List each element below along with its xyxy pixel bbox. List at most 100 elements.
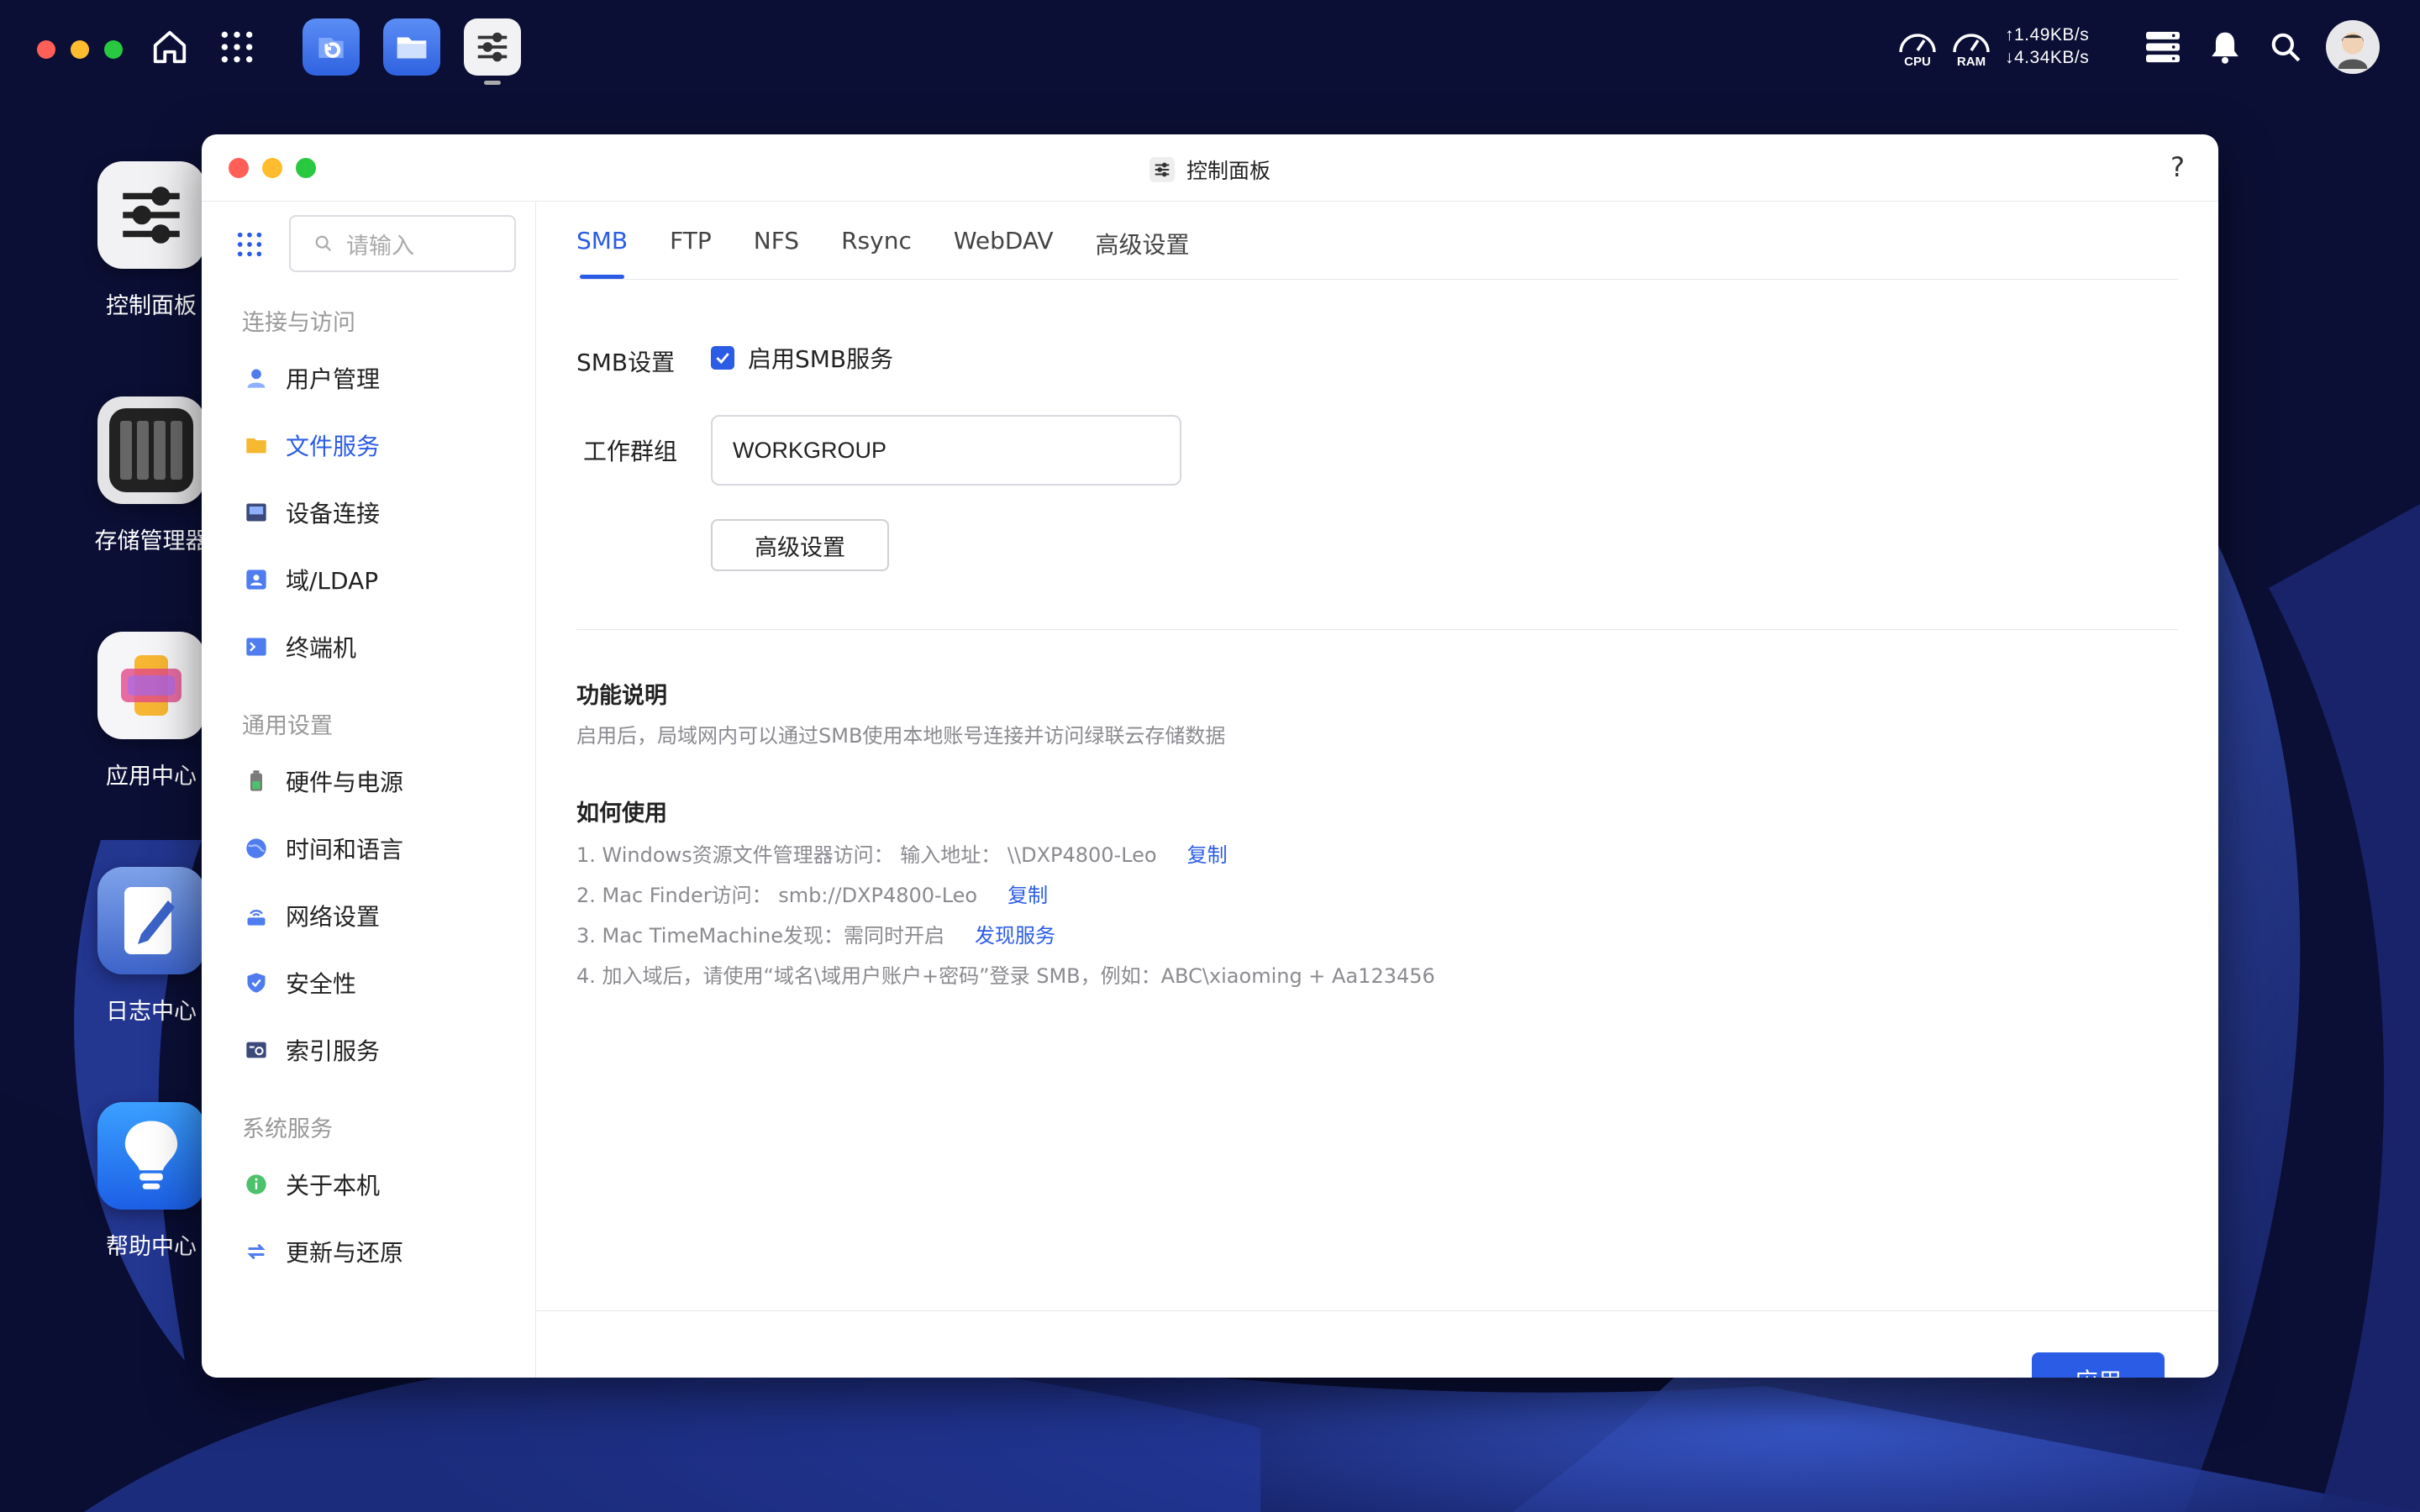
- usage-title: 如何使用: [576, 801, 667, 827]
- sidebar-item-label: 时间和语言: [286, 836, 404, 864]
- sidebar-item-label: 关于本机: [286, 1172, 381, 1200]
- tab-advanced[interactable]: 高级设置: [1096, 227, 1190, 279]
- discovery-service-link[interactable]: 发现服务: [975, 924, 1055, 948]
- control-panel-icon: [1149, 157, 1175, 182]
- menu-bar: CPU RAM ↑1.49KB/s ↓4.34KB/s: [0, 0, 2420, 94]
- globe-icon: [244, 836, 269, 861]
- log-center-icon[interactable]: [97, 867, 205, 974]
- maximize-dot[interactable]: [104, 40, 123, 59]
- sidebar-item-label: 安全性: [286, 970, 357, 998]
- control-panel-desktop-icon[interactable]: [97, 161, 205, 269]
- sidebar-item-label: 索引服务: [286, 1037, 381, 1065]
- sidebar-item-label: 用户管理: [286, 365, 381, 393]
- desktop-label: 控制面板: [106, 293, 197, 319]
- bell-icon[interactable]: [2205, 27, 2245, 67]
- menu-grid-icon[interactable]: [235, 230, 264, 262]
- sidebar-item-file-services[interactable]: 文件服务: [244, 420, 513, 470]
- main-content: SMB FTP NFS Rsync WebDAV 高级设置 SMB设置 启用SM…: [536, 202, 2218, 1378]
- download-speed: ↓4.34KB/s: [2005, 48, 2090, 67]
- network-icon: [244, 903, 269, 928]
- sidebar-item-time-language[interactable]: 时间和语言: [244, 823, 513, 874]
- tab-smb[interactable]: SMB: [576, 227, 628, 279]
- control-panel-window: 控制面板 ? 请输入 连接与访问 用户管理 文件服务 设备连接 域/LDAP 终…: [202, 134, 2218, 1378]
- window-titlebar: 控制面板 ?: [202, 134, 2218, 202]
- sidebar-item-network[interactable]: 网络设置: [244, 890, 513, 941]
- files-app-icon[interactable]: [383, 18, 440, 76]
- running-indicator: [484, 81, 501, 85]
- desktop-label: 应用中心: [106, 764, 197, 790]
- help-center-icon[interactable]: [97, 1102, 205, 1210]
- avatar[interactable]: [2326, 20, 2380, 74]
- upload-speed: ↑1.49KB/s: [2005, 25, 2090, 45]
- desktop-label: 存储管理器: [94, 528, 208, 554]
- search-icon[interactable]: [2265, 27, 2306, 67]
- apply-button[interactable]: 应用: [2032, 1352, 2165, 1378]
- sidebar: 请输入 连接与访问 用户管理 文件服务 设备连接 域/LDAP 终端机 通用设置…: [202, 202, 536, 1378]
- help-button[interactable]: ?: [2170, 151, 2185, 183]
- window-title: 控制面板: [1186, 159, 1270, 183]
- sidebar-item-device-connection[interactable]: 设备连接: [244, 487, 513, 538]
- sync-app-icon[interactable]: [302, 18, 360, 76]
- enable-smb-checkbox[interactable]: [711, 346, 734, 370]
- usage-line-1-text: 1. Windows资源文件管理器访问： 输入地址： \\DXP4800-Leo: [576, 843, 1157, 867]
- control-panel-dock-icon[interactable]: [464, 18, 521, 76]
- footer-divider: [536, 1310, 2218, 1311]
- tab-rsync[interactable]: Rsync: [841, 227, 912, 279]
- usage-line-3: 3. Mac TimeMachine发现：需同时开启 发现服务: [576, 919, 1055, 948]
- domain-icon: [244, 567, 269, 592]
- sidebar-item-ldap[interactable]: 域/LDAP: [244, 554, 513, 605]
- usage-line-3-text: 3. Mac TimeMachine发现：需同时开启: [576, 924, 944, 948]
- section-title: 连接与访问: [242, 310, 355, 336]
- section-divider: [576, 629, 2178, 630]
- copy-windows-link[interactable]: 复制: [1187, 843, 1228, 867]
- usage-line-4: 4. 加入域后，请使用“域名\域用户账户+密码”登录 SMB，例如：ABC\xi…: [576, 964, 1435, 988]
- terminal-icon: [244, 634, 269, 659]
- section-title: 系统服务: [242, 1116, 333, 1142]
- function-description: 启用后，局域网内可以通过SMB使用本地账号连接并访问绿联云存储数据: [576, 724, 1226, 748]
- workgroup-input[interactable]: WORKGROUP: [711, 415, 1181, 486]
- tab-ftp[interactable]: FTP: [670, 227, 712, 279]
- update-icon: [244, 1239, 269, 1264]
- shield-icon: [244, 970, 269, 995]
- smb-advanced-button[interactable]: 高级设置: [711, 519, 889, 571]
- folder-icon: [244, 433, 269, 458]
- function-title: 功能说明: [576, 683, 667, 709]
- info-icon: [244, 1172, 269, 1197]
- sidebar-item-hardware[interactable]: 硬件与电源: [244, 756, 513, 806]
- sidebar-item-index[interactable]: 索引服务: [244, 1025, 513, 1075]
- tab-divider: [576, 279, 2178, 280]
- usage-line-1: 1. Windows资源文件管理器访问： 输入地址： \\DXP4800-Leo…: [576, 838, 1228, 868]
- home-icon[interactable]: [148, 25, 192, 69]
- cpu-label: CPU: [1904, 55, 1931, 69]
- index-icon: [244, 1037, 269, 1063]
- app-center-icon[interactable]: [97, 632, 205, 739]
- ram-label: RAM: [1956, 55, 1986, 69]
- server-list-icon[interactable]: [2143, 27, 2183, 67]
- sidebar-item-label: 设备连接: [286, 500, 381, 528]
- sidebar-item-label: 更新与还原: [286, 1239, 404, 1267]
- tab-webdav[interactable]: WebDAV: [954, 227, 1054, 279]
- sidebar-item-about[interactable]: 关于本机: [244, 1159, 513, 1210]
- smb-settings-label: SMB设置: [576, 349, 676, 376]
- apps-grid-icon[interactable]: [215, 25, 259, 69]
- sidebar-item-security[interactable]: 安全性: [244, 958, 513, 1008]
- copy-mac-link[interactable]: 复制: [1007, 884, 1048, 907]
- close-dot[interactable]: [37, 40, 55, 59]
- sidebar-item-terminal[interactable]: 终端机: [244, 622, 513, 672]
- network-speed: ↑1.49KB/s ↓4.34KB/s: [2005, 24, 2089, 69]
- sidebar-item-label: 硬件与电源: [286, 769, 404, 796]
- sidebar-item-users[interactable]: 用户管理: [244, 353, 513, 403]
- enable-smb-label[interactable]: 启用SMB服务: [748, 341, 893, 375]
- user-icon: [244, 365, 269, 391]
- usage-line-2-text: 2. Mac Finder访问： smb://DXP4800-Leo: [576, 884, 978, 907]
- storage-manager-icon[interactable]: [97, 396, 205, 504]
- cpu-gauge[interactable]: CPU: [1896, 27, 1939, 69]
- minimize-dot[interactable]: [71, 40, 89, 59]
- checkmark-icon: [716, 353, 729, 365]
- sidebar-item-label: 终端机: [286, 634, 357, 662]
- sidebar-search-input[interactable]: 请输入: [289, 215, 516, 272]
- tab-bar: SMB FTP NFS Rsync WebDAV 高级设置: [576, 227, 1190, 279]
- sidebar-item-update[interactable]: 更新与还原: [244, 1226, 513, 1277]
- tab-nfs[interactable]: NFS: [754, 227, 799, 279]
- ram-gauge[interactable]: RAM: [1949, 27, 1993, 69]
